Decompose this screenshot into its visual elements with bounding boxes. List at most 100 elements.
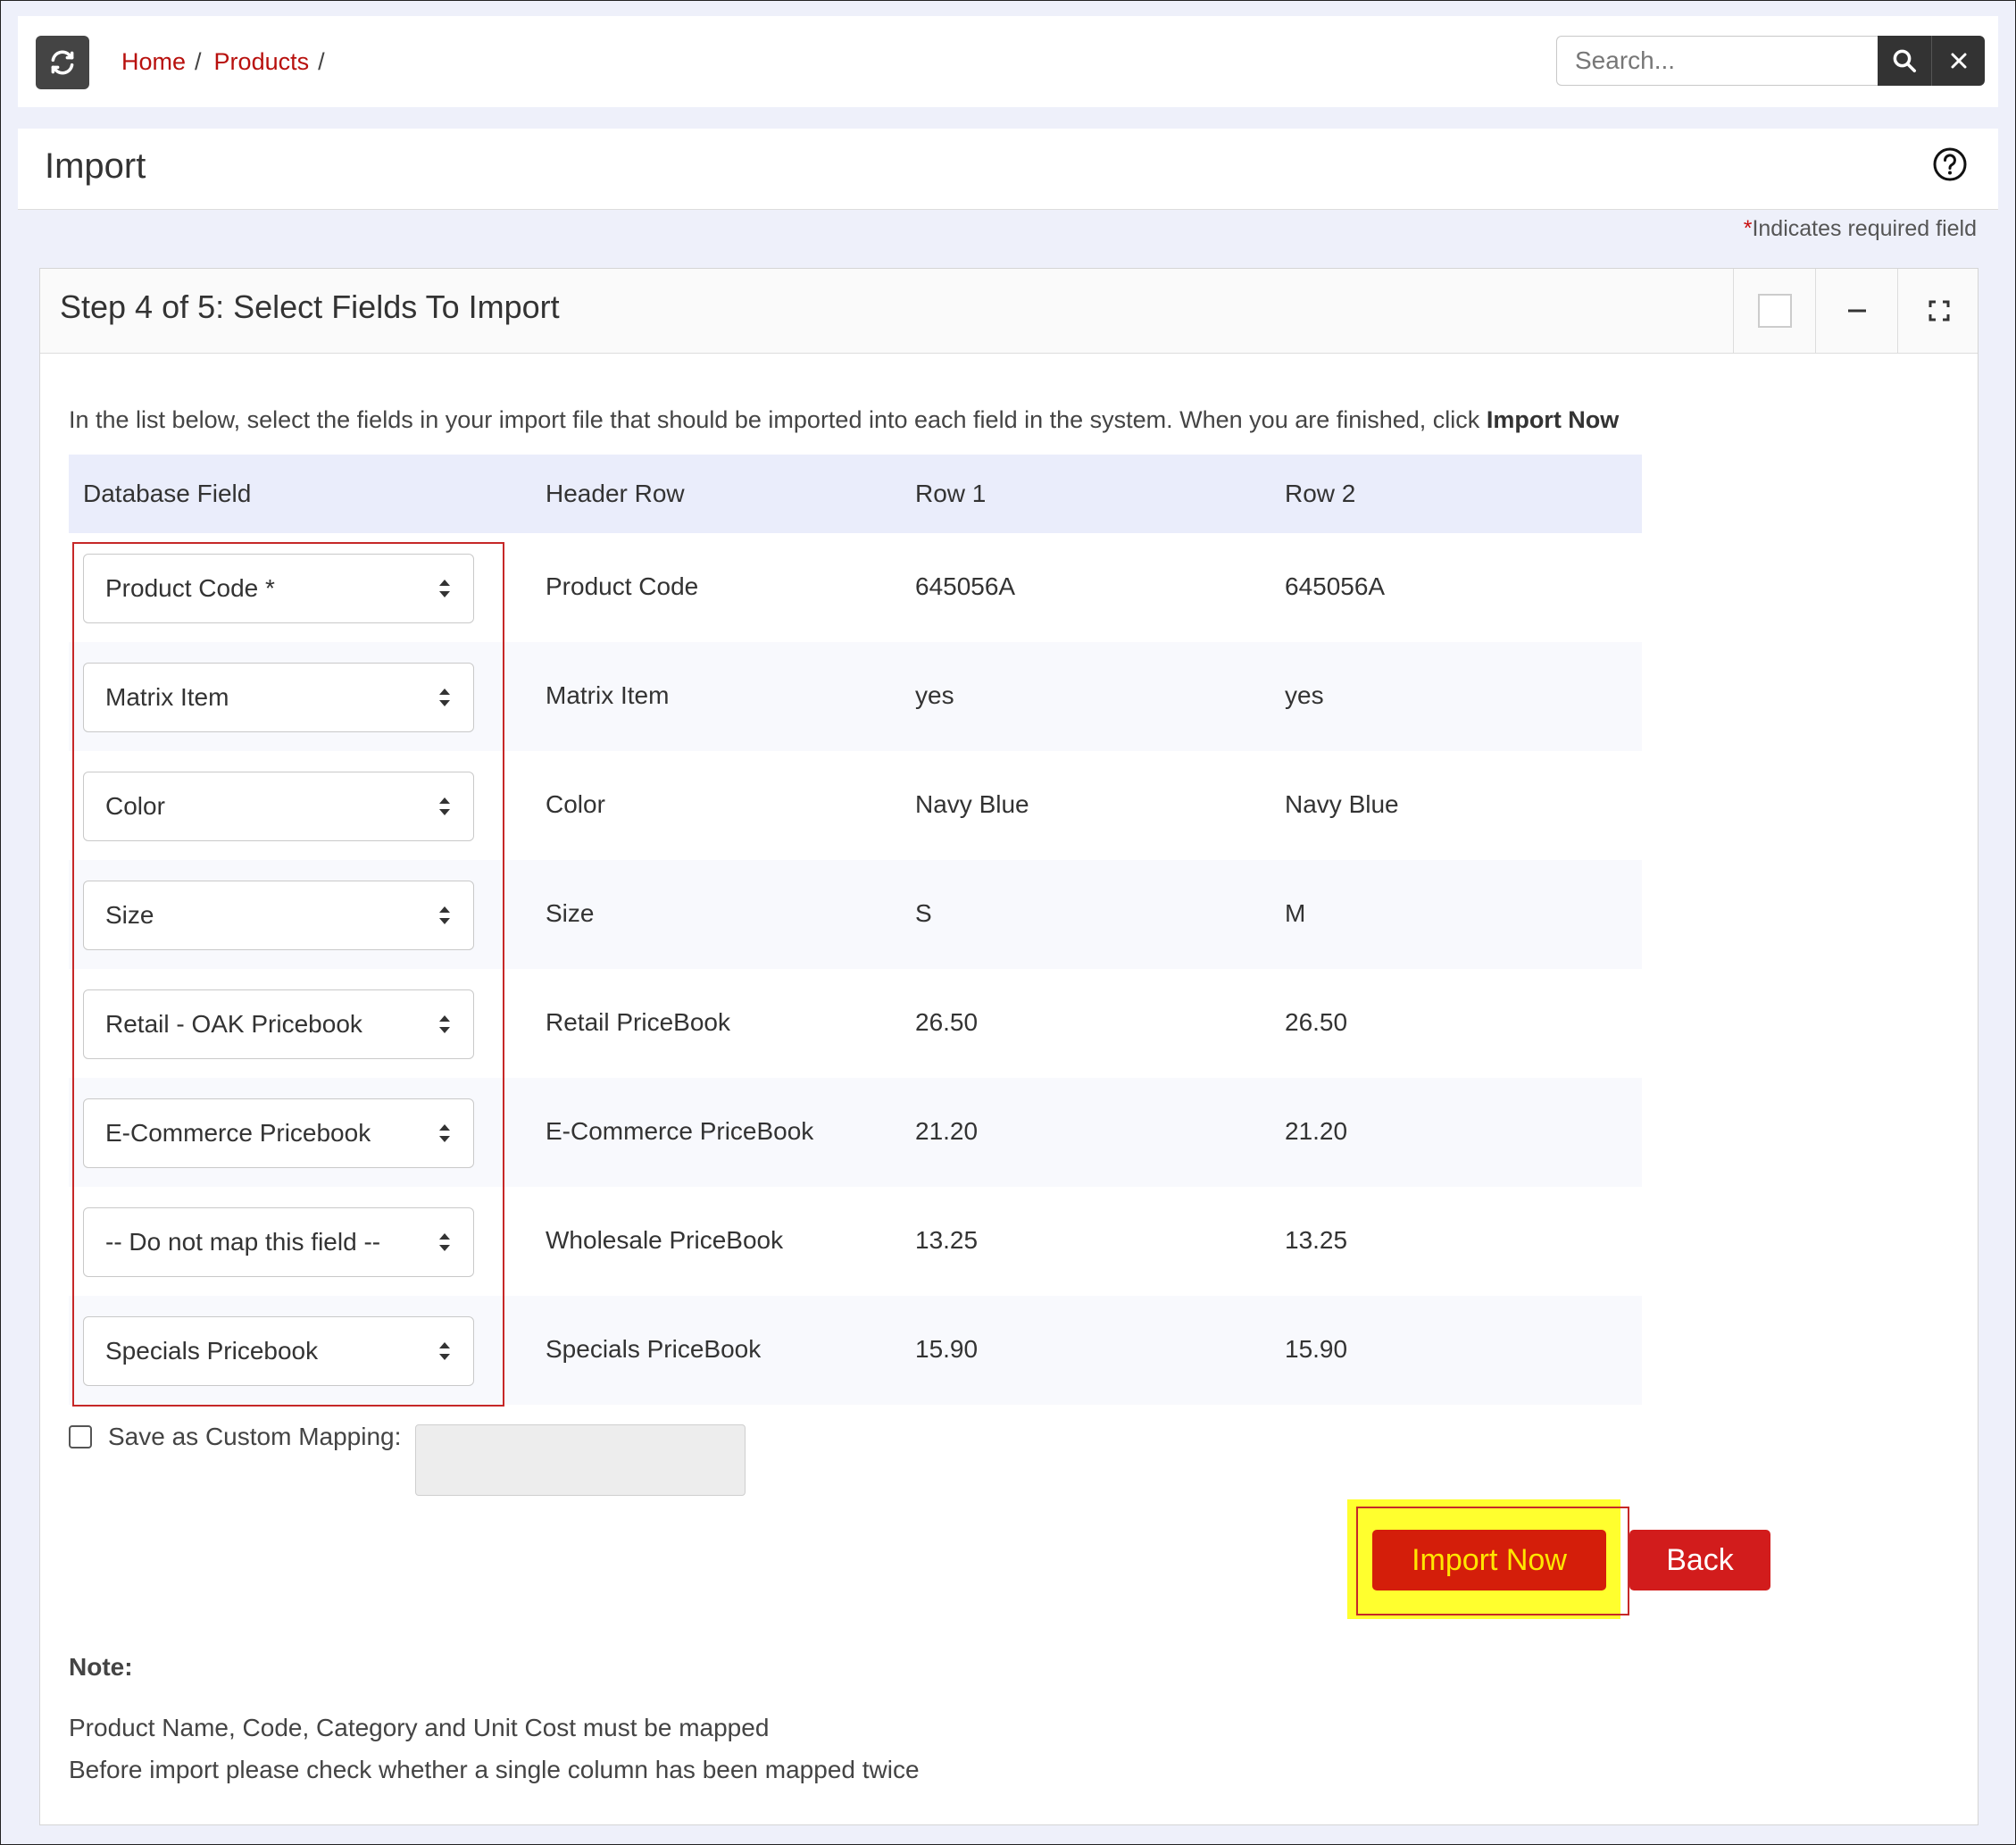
row2-cell: 26.50 bbox=[1285, 1008, 1348, 1036]
field-select[interactable]: Product Code * bbox=[83, 554, 474, 623]
header-cell: Matrix Item bbox=[546, 681, 670, 709]
field-select-value: -- Do not map this field -- bbox=[105, 1228, 381, 1256]
field-select[interactable]: E-Commerce Pricebook bbox=[83, 1098, 474, 1168]
close-icon bbox=[1951, 53, 1966, 69]
row2-cell: 15.90 bbox=[1285, 1335, 1348, 1363]
note-line: Before import please check whether a sin… bbox=[69, 1756, 920, 1783]
search-button[interactable] bbox=[1878, 36, 1931, 86]
breadcrumb-separator: / bbox=[318, 48, 325, 75]
field-select-value: Specials Pricebook bbox=[105, 1337, 319, 1365]
table-row: Specials Pricebook Specials PriceBook 15… bbox=[69, 1296, 1642, 1405]
refresh-button[interactable] bbox=[36, 36, 89, 89]
table-header: Database Field Header Row Row 1 Row 2 bbox=[69, 455, 1642, 533]
panel-select-toggle[interactable] bbox=[1733, 269, 1816, 353]
custom-mapping-name-input[interactable] bbox=[415, 1424, 746, 1496]
table-row: Product Code * Product Code 645056A 6450… bbox=[69, 533, 1642, 642]
page-header: Import bbox=[18, 129, 1998, 210]
sort-arrows-icon bbox=[439, 689, 450, 706]
note-title: Note: bbox=[69, 1653, 133, 1681]
help-icon[interactable] bbox=[1932, 146, 1968, 182]
row1-cell: 645056A bbox=[915, 572, 1016, 600]
required-note-text: Indicates required field bbox=[1752, 216, 1977, 241]
header-header-row: Header Row bbox=[546, 480, 685, 507]
table-row: Matrix Item Matrix Item yes yes bbox=[69, 642, 1642, 751]
table-row: -- Do not map this field -- Wholesale Pr… bbox=[69, 1187, 1642, 1296]
panel-checkbox[interactable] bbox=[1758, 294, 1792, 328]
top-bar: Home / Products / bbox=[18, 16, 1998, 107]
field-mapping-table: Database Field Header Row Row 1 Row 2 Pr… bbox=[69, 455, 1642, 1405]
panel-minimize-button[interactable] bbox=[1815, 269, 1898, 353]
field-select[interactable]: Color bbox=[83, 772, 474, 841]
field-select[interactable]: Retail - OAK Pricebook bbox=[83, 989, 474, 1059]
note-line: Product Name, Code, Category and Unit Co… bbox=[69, 1714, 770, 1741]
search-input[interactable] bbox=[1556, 36, 1878, 86]
header-database-field: Database Field bbox=[83, 480, 252, 507]
row1-cell: 15.90 bbox=[915, 1335, 979, 1363]
minimize-icon bbox=[1848, 309, 1866, 313]
table-row: Size Size S M bbox=[69, 860, 1642, 969]
field-select[interactable]: Matrix Item bbox=[83, 663, 474, 732]
breadcrumb-products-link[interactable]: Products bbox=[214, 48, 310, 76]
sort-arrows-icon bbox=[439, 1233, 450, 1251]
row2-cell: 21.20 bbox=[1285, 1117, 1348, 1145]
header-row-2: Row 2 bbox=[1285, 480, 1356, 507]
required-field-note: *Indicates required field bbox=[1744, 216, 1977, 242]
field-select[interactable]: -- Do not map this field -- bbox=[83, 1207, 474, 1277]
field-select-value: Product Code * bbox=[105, 574, 275, 602]
field-select[interactable]: Specials Pricebook bbox=[83, 1316, 474, 1386]
clear-search-button[interactable] bbox=[1931, 36, 1985, 86]
header-cell: E-Commerce PriceBook bbox=[546, 1117, 814, 1145]
sort-arrows-icon bbox=[439, 797, 450, 815]
table-row: E-Commerce Pricebook E-Commerce PriceBoo… bbox=[69, 1078, 1642, 1187]
field-select[interactable]: Size bbox=[83, 881, 474, 950]
field-select-value: Retail - OAK Pricebook bbox=[105, 1010, 362, 1038]
header-cell: Wholesale PriceBook bbox=[546, 1226, 784, 1254]
instructions-text: In the list below, select the fields in … bbox=[69, 406, 1619, 434]
sort-arrows-icon bbox=[439, 1342, 450, 1360]
row1-cell: Navy Blue bbox=[915, 790, 1029, 818]
import-now-button[interactable]: Import Now bbox=[1372, 1530, 1606, 1590]
panel-expand-button[interactable] bbox=[1897, 269, 1980, 353]
table-row: Retail - OAK Pricebook Retail PriceBook … bbox=[69, 969, 1642, 1078]
save-mapping-label: Save as Custom Mapping: bbox=[108, 1423, 402, 1450]
header-cell: Size bbox=[546, 899, 595, 927]
row2-cell: 13.25 bbox=[1285, 1226, 1348, 1254]
panel-title: Step 4 of 5: Select Fields To Import bbox=[60, 288, 560, 325]
back-button[interactable]: Back bbox=[1629, 1530, 1770, 1590]
header-cell: Retail PriceBook bbox=[546, 1008, 730, 1036]
search-icon bbox=[1893, 49, 1916, 72]
refresh-icon bbox=[51, 50, 74, 75]
header-cell: Color bbox=[546, 790, 605, 818]
field-select-value: Size bbox=[105, 901, 154, 929]
page-title: Import bbox=[45, 146, 146, 186]
row2-cell: 645056A bbox=[1285, 572, 1386, 600]
instructions-body: In the list below, select the fields in … bbox=[69, 406, 1487, 433]
header-cell: Product Code bbox=[546, 572, 699, 600]
save-mapping-checkbox[interactable] bbox=[69, 1425, 92, 1448]
table-row: Color Color Navy Blue Navy Blue bbox=[69, 751, 1642, 860]
field-select-value: Color bbox=[105, 792, 165, 820]
row1-cell: 21.20 bbox=[915, 1117, 979, 1145]
sort-arrows-icon bbox=[439, 580, 450, 597]
row1-cell: yes bbox=[915, 681, 954, 709]
row2-cell: yes bbox=[1285, 681, 1324, 709]
sort-arrows-icon bbox=[439, 1015, 450, 1033]
expand-icon bbox=[1929, 300, 1950, 321]
row2-cell: Navy Blue bbox=[1285, 790, 1399, 818]
row1-cell: 13.25 bbox=[915, 1226, 979, 1254]
field-select-value: E-Commerce Pricebook bbox=[105, 1119, 371, 1147]
field-select-value: Matrix Item bbox=[105, 683, 229, 711]
import-panel: Step 4 of 5: Select Fields To Import In … bbox=[39, 268, 1979, 1825]
required-star: * bbox=[1743, 216, 1753, 241]
breadcrumb: Home / Products / bbox=[121, 48, 337, 76]
breadcrumb-separator: / bbox=[195, 48, 202, 75]
row2-cell: M bbox=[1285, 899, 1306, 927]
breadcrumb-home-link[interactable]: Home bbox=[121, 48, 186, 76]
sort-arrows-icon bbox=[439, 906, 450, 924]
header-cell: Specials PriceBook bbox=[546, 1335, 762, 1363]
panel-header: Step 4 of 5: Select Fields To Import bbox=[40, 269, 1978, 354]
save-mapping-row: Save as Custom Mapping: bbox=[69, 1423, 401, 1451]
instructions-bold: Import Now bbox=[1486, 406, 1620, 433]
row1-cell: 26.50 bbox=[915, 1008, 979, 1036]
row1-cell: S bbox=[915, 899, 932, 927]
